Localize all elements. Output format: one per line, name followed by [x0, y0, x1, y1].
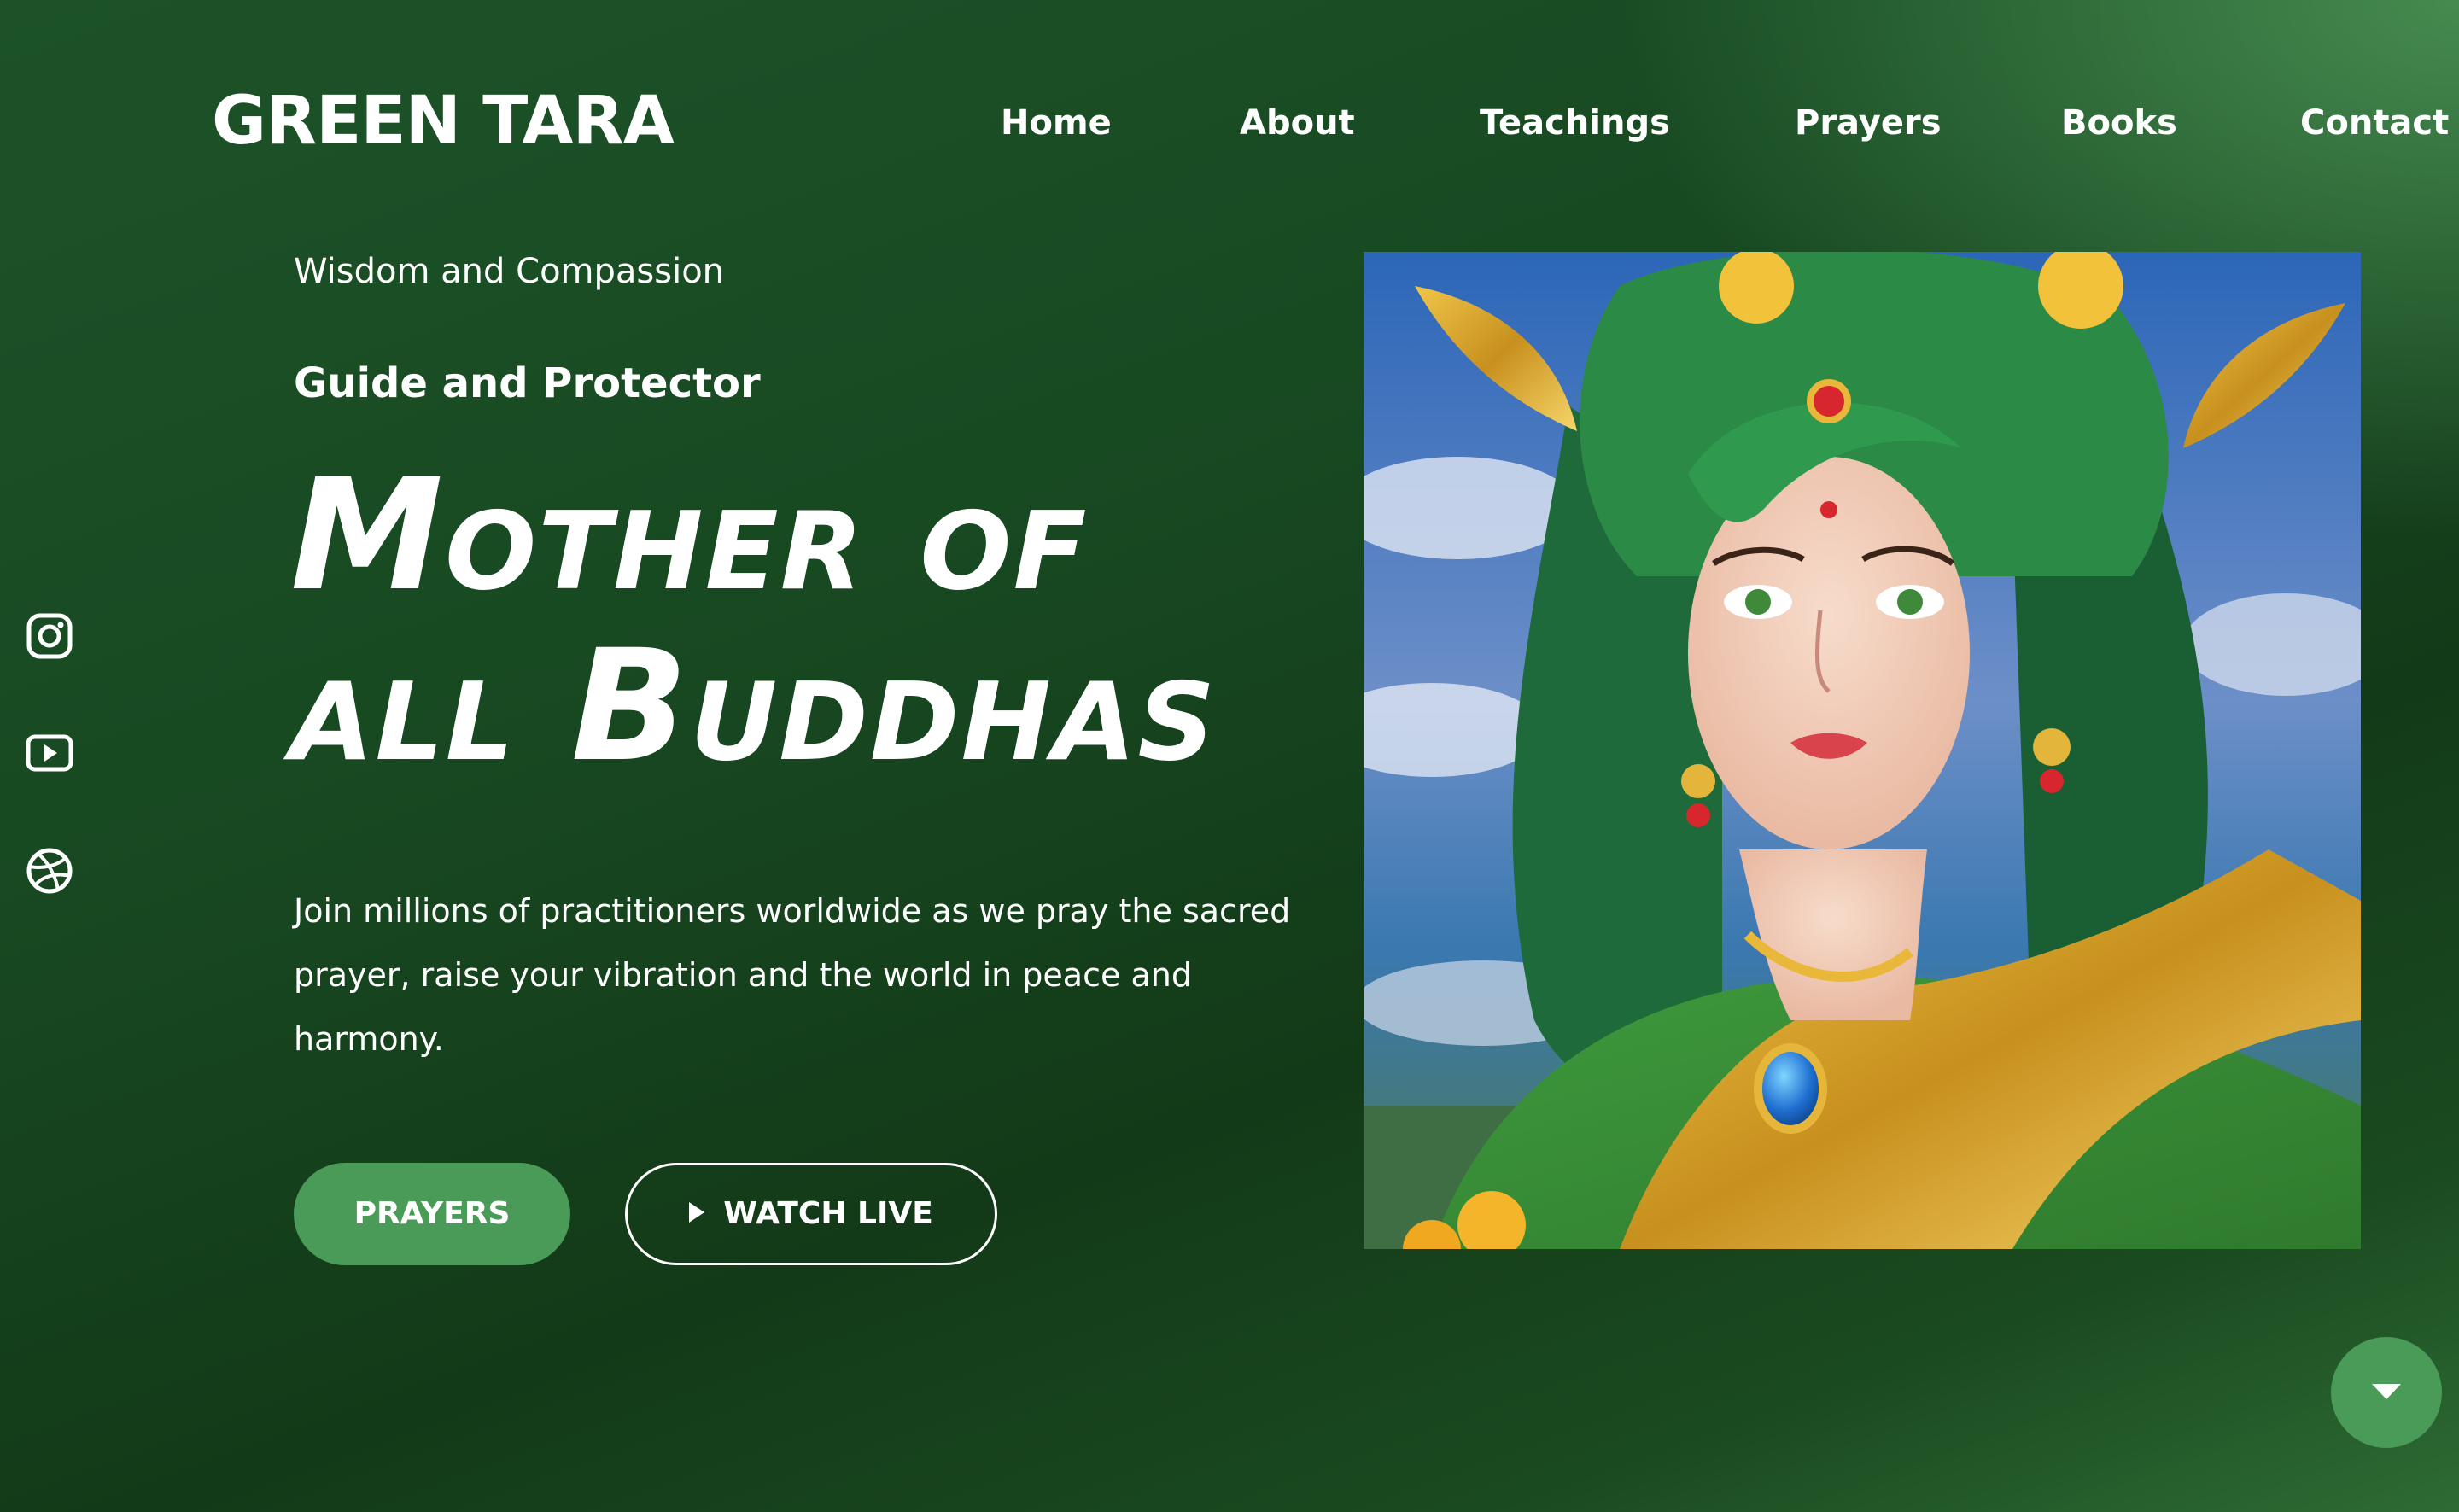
hero-description: Join millions of practitioners worldwide… [294, 892, 1291, 1058]
prayers-button[interactable]: PRAYERS [294, 1163, 570, 1265]
nav-contact[interactable]: Contact [2300, 99, 2449, 147]
nav-teachings[interactable]: Teachings [1480, 99, 1670, 147]
hero-eyebrow: Wisdom and Compassion [294, 252, 725, 291]
instagram-icon[interactable] [24, 610, 75, 662]
watch-live-label: WATCH LIVE [723, 1196, 933, 1231]
watch-live-button[interactable]: WATCH LIVE [625, 1163, 997, 1265]
chevron-down-icon [2372, 1384, 2401, 1399]
nav-home[interactable]: Home [1001, 99, 1112, 147]
nav-about[interactable]: About [1240, 99, 1355, 147]
hero-headline: Mother of all Buddhas [290, 451, 1217, 792]
green-tara-artwork [1364, 252, 2361, 1249]
nav-books[interactable]: Books [2061, 99, 2177, 147]
youtube-icon[interactable] [24, 727, 75, 779]
hero-kicker: Guide and Protector [294, 359, 761, 407]
play-icon [689, 1202, 705, 1223]
hero-headline-line-2: all Buddhas [290, 617, 1218, 796]
dribbble-icon[interactable] [24, 845, 75, 896]
nav-prayers[interactable]: Prayers [1795, 99, 1942, 147]
site-logo[interactable]: GREEN TARA [212, 82, 675, 161]
hero-headline-line-1: Mother of [290, 447, 1089, 625]
scroll-down-button[interactable] [2331, 1337, 2442, 1448]
